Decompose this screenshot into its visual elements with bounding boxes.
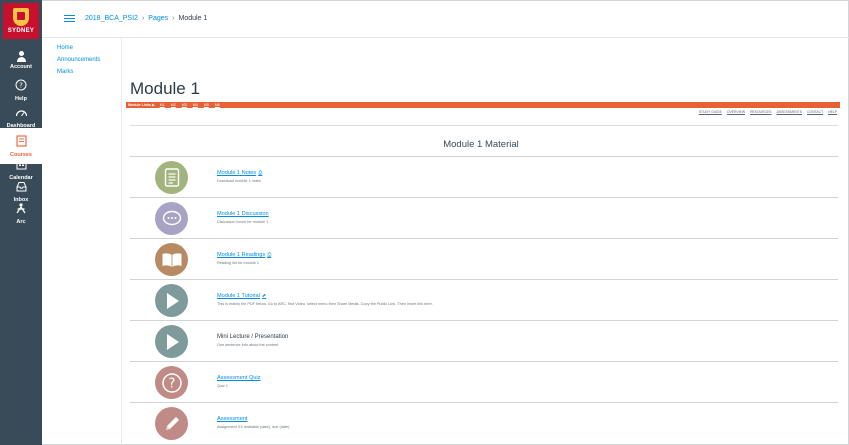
download-icon: ⎙: [267, 252, 272, 258]
list-item: Module 1 Readings ⎙ Reading list for modu…: [130, 239, 838, 280]
list-item: Module 1 Notes ⎙ Download module 1 notes: [130, 157, 838, 198]
item-title: Module 1 Tutorial: [217, 293, 260, 299]
university-logo[interactable]: SYDNEY: [3, 3, 39, 39]
module-link-m5[interactable]: M5: [204, 103, 209, 107]
dashboard-icon: [15, 108, 28, 121]
breadcrumb-pages[interactable]: Pages: [148, 15, 168, 22]
courses-icon: [15, 134, 27, 150]
breadcrumb-bar: 2018_BCA_PSI2 › Pages › Module 1: [42, 0, 849, 38]
item-description: Quiz 1: [217, 384, 228, 388]
assessment-link[interactable]: Assessment: [217, 416, 289, 422]
item-text: Module 1 Discussion Discussion forum for…: [217, 211, 269, 224]
nav-account-label: Account: [10, 63, 32, 70]
inbox-icon: [16, 181, 27, 195]
item-description: One sentence info about the content: [217, 343, 279, 347]
item-text: Module 1 Readings ⎙ Reading list for modu…: [217, 252, 271, 265]
pencil-icon: [155, 407, 188, 440]
item-text: Assessment Assignment XX available (date…: [217, 416, 289, 429]
logo-text: SYDNEY: [7, 28, 35, 34]
assessment-quiz-link[interactable]: Assessment Quiz: [217, 375, 261, 381]
link-assessments[interactable]: ASSESSMENTS: [777, 110, 802, 114]
svg-text:?: ?: [168, 376, 175, 391]
item-text: Assessment Quiz Quiz 1: [217, 375, 261, 388]
link-help[interactable]: HELP: [828, 110, 837, 114]
course-nav-marks[interactable]: Marks: [57, 69, 127, 75]
breadcrumb-current: Module 1: [178, 15, 208, 22]
external-link-icon: ⬈: [261, 293, 267, 299]
hamburger-menu-icon[interactable]: [64, 14, 75, 23]
item-title: Module 1 Discussion: [217, 211, 269, 217]
svg-text:?: ?: [19, 81, 23, 89]
item-title: Assessment Quiz: [217, 375, 261, 381]
play-icon: [155, 325, 188, 358]
course-nav: Home Announcements Marks: [57, 45, 127, 81]
breadcrumb-separator: ›: [141, 15, 145, 22]
page-content: Module 1 Module Links ▶ M1 M2 M3 M4 M5 M…: [121, 38, 840, 445]
item-description: Download module 1 notes: [217, 179, 261, 183]
module-link-m3[interactable]: M3: [182, 103, 187, 107]
module-links-bar: Module Links ▶ M1 M2 M3 M4 M5 M6: [126, 102, 840, 108]
list-item: Assessment Assignment XX available (date…: [130, 403, 838, 444]
module-readings-link[interactable]: Module 1 Readings ⎙: [217, 252, 271, 258]
notes-icon: [155, 161, 188, 194]
breadcrumb-separator: ›: [172, 15, 175, 22]
arc-icon: [15, 203, 27, 217]
course-nav-home[interactable]: Home: [57, 45, 127, 51]
item-description: This is mainly the PDF below. Go to ARC,…: [217, 302, 433, 306]
item-title: Module 1 Readings: [217, 252, 266, 258]
nav-arc-label: Arc: [16, 219, 26, 225]
module-link-m6[interactable]: M6: [215, 103, 220, 107]
readings-icon: [155, 243, 188, 276]
download-icon: ⎙: [258, 170, 263, 176]
calendar-icon: [16, 159, 27, 173]
play-icon: [155, 284, 188, 317]
item-text: Mini Lecture / Presentation One sentence…: [217, 334, 288, 347]
module-tutorial-link[interactable]: Module 1 Tutorial ⬈: [217, 293, 433, 299]
discussion-icon: [155, 202, 188, 235]
list-item: Module 1 Discussion Discussion forum for…: [130, 198, 838, 239]
resource-links: STUDY GUIDE OVERVIEW RESOURCES ASSESSMEN…: [694, 110, 837, 114]
divider: [130, 125, 838, 126]
breadcrumb-course[interactable]: 2018_BCA_PSI2: [85, 15, 138, 22]
list-item: Mini Lecture / Presentation One sentence…: [130, 321, 838, 362]
list-item: ? Assessment Quiz Quiz 1: [130, 362, 838, 403]
quiz-icon: ?: [155, 366, 188, 399]
module-link-m1[interactable]: M1: [160, 103, 165, 107]
item-title: Mini Lecture / Presentation: [217, 334, 289, 340]
module-link-m4[interactable]: M4: [193, 103, 198, 107]
item-text: Module 1 Tutorial ⬈ This is mainly the PD…: [217, 293, 433, 306]
crest-icon: [13, 8, 29, 26]
module-discussion-link[interactable]: Module 1 Discussion: [217, 211, 269, 217]
page-title: Module 1: [130, 79, 200, 98]
global-nav: SYDNEY Account ? Help Dashboard Courses …: [0, 0, 42, 445]
material-heading: Module 1 Material: [443, 139, 519, 150]
item-text: Module 1 Notes ⎙ Download module 1 notes: [217, 170, 262, 183]
link-study-guide[interactable]: STUDY GUIDE: [699, 110, 722, 114]
link-overview[interactable]: OVERVIEW: [727, 110, 745, 114]
account-icon: [16, 50, 27, 62]
item-description: Reading list for module 1: [217, 261, 259, 265]
link-contact[interactable]: CONTACT: [807, 110, 823, 114]
item-title: Module 1 Notes: [217, 170, 257, 176]
module-link-m2[interactable]: M2: [171, 103, 176, 107]
list-item: Module 1 Tutorial ⬈ This is mainly the PD…: [130, 280, 838, 321]
help-icon: ?: [15, 79, 27, 94]
module-links-label: Module Links ▶: [128, 103, 155, 107]
course-nav-announcements[interactable]: Announcements: [57, 57, 127, 63]
breadcrumb: 2018_BCA_PSI2 › Pages › Module 1: [85, 15, 207, 22]
item-description: Assignment XX available (date), due (dat…: [217, 425, 290, 429]
nav-arc[interactable]: Arc: [0, 196, 42, 232]
item-description: Discussion forum for module 1: [217, 220, 269, 224]
module-notes-link[interactable]: Module 1 Notes ⎙: [217, 170, 262, 176]
item-title: Assessment: [217, 416, 248, 422]
link-resources[interactable]: RESOURCES: [750, 110, 771, 114]
